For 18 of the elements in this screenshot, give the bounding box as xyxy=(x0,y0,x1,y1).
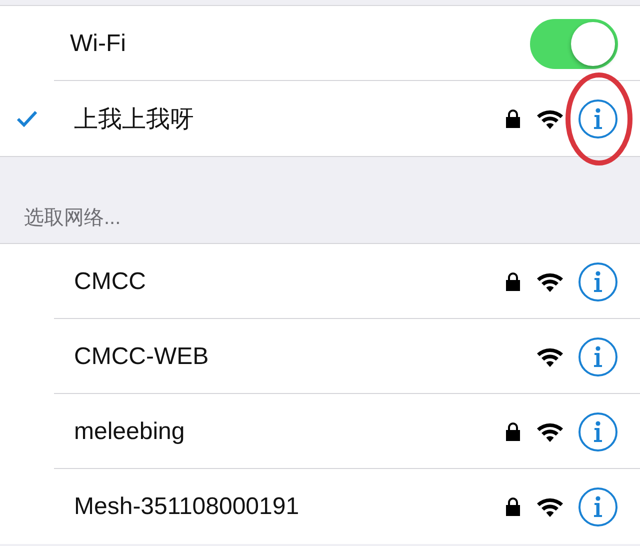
info-icon[interactable] xyxy=(578,98,618,138)
info-icon[interactable] xyxy=(578,262,618,302)
network-name[interactable]: CMCC xyxy=(54,268,504,296)
section-header: 选取网络... xyxy=(23,206,121,231)
network-name[interactable]: meleebing xyxy=(54,418,504,446)
info-icon[interactable] xyxy=(578,336,618,376)
network-name[interactable]: Mesh-351108000191 xyxy=(54,492,504,520)
wifi-signal-icon xyxy=(536,420,564,442)
wifi-signal-icon xyxy=(536,496,564,518)
network-name[interactable]: 上我上我呀 xyxy=(54,102,504,134)
wifi-signal-icon xyxy=(536,270,564,292)
wifi-label: Wi-Fi xyxy=(69,30,127,58)
network-name[interactable]: CMCC-WEB xyxy=(54,342,504,370)
wifi-signal-icon xyxy=(536,346,564,368)
wifi-signal-icon xyxy=(536,108,564,130)
info-icon[interactable] xyxy=(578,412,618,452)
wifi-toggle[interactable] xyxy=(530,18,618,68)
info-icon[interactable] xyxy=(578,486,618,526)
